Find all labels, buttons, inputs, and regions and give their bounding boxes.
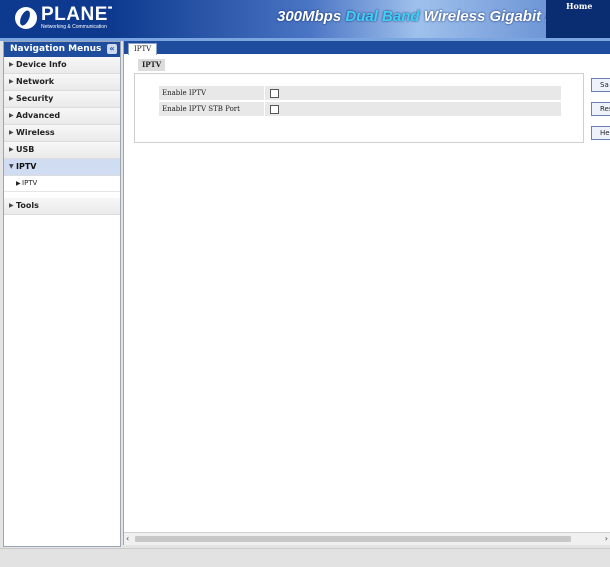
sidebar-subitem-label: IPTV (22, 179, 38, 187)
enable-iptv-stb-port-checkbox[interactable] (270, 105, 279, 114)
nav-title: Navigation Menus (10, 44, 102, 54)
sidebar-subitem-iptv[interactable]: ▶ IPTV (4, 176, 120, 192)
sidebar-item-label: Security (16, 94, 54, 103)
product-banner: 300Mbps Dual Band Wireless Gigabit Route (112, 0, 588, 38)
sidebar-item-label: Advanced (16, 111, 61, 120)
enable-iptv-stb-port-row: Enable IPTV STB Port (159, 102, 561, 116)
sidebar-item-label: Network (16, 77, 55, 86)
save-button[interactable]: Sa (591, 78, 610, 92)
scrollbar-thumb[interactable] (135, 536, 571, 542)
caret-right-icon: ▶ (16, 180, 21, 187)
main-content: IPTV IPTV Enable IPTV Enable IPTV STB Po… (123, 41, 610, 545)
logo-text: PLANET (41, 4, 120, 25)
sidebar-item-network[interactable]: ▶ Network (4, 74, 120, 91)
caret-right-icon: ▶ (9, 112, 14, 119)
sidebar-item-device-info[interactable]: ▶ Device Info (4, 57, 120, 74)
home-link[interactable]: Home (566, 1, 592, 11)
sidebar-item-advanced[interactable]: ▶ Advanced (4, 108, 120, 125)
collapse-menu-icon[interactable]: « (107, 44, 117, 54)
iptv-settings-panel: Enable IPTV Enable IPTV STB Port (134, 73, 584, 143)
caret-right-icon: ▶ (9, 202, 14, 209)
enable-iptv-checkbox[interactable] (270, 89, 279, 98)
caret-right-icon: ▶ (9, 146, 14, 153)
sidebar-item-label: Wireless (16, 128, 55, 137)
sidebar-item-label: Device Info (16, 60, 67, 69)
sidebar-item-iptv[interactable]: ▼ IPTV (4, 159, 120, 176)
reset-button[interactable]: Res (591, 102, 610, 116)
sidebar-item-tools[interactable]: ▶ Tools (4, 198, 120, 215)
banner-prefix: 300Mbps (277, 8, 346, 25)
caret-right-icon: ▶ (9, 78, 14, 85)
footer-bar (0, 548, 610, 567)
scroll-left-icon[interactable]: ‹ (126, 533, 129, 545)
enable-iptv-row: Enable IPTV (159, 86, 561, 100)
tab-bar: IPTV (124, 41, 610, 55)
tab-iptv[interactable]: IPTV (128, 43, 158, 55)
sidebar-item-usb[interactable]: ▶ USB (4, 142, 120, 159)
caret-right-icon: ▶ (9, 129, 14, 136)
sidebar-item-security[interactable]: ▶ Security (4, 91, 120, 108)
caret-right-icon: ▶ (9, 95, 14, 102)
banner-text: 300Mbps Dual Band Wireless Gigabit Route (277, 8, 588, 25)
enable-iptv-stb-port-label: Enable IPTV STB Port (159, 102, 264, 116)
planet-logo[interactable]: PLANET Networking & Communication (0, 0, 120, 38)
logo-subtext: Networking & Communication (41, 24, 107, 30)
caret-right-icon: ▶ (9, 61, 14, 68)
horizontal-scrollbar[interactable]: ‹ › (124, 532, 610, 545)
scroll-right-icon[interactable]: › (605, 533, 608, 545)
sidebar: Navigation Menus « ▶ Device Info ▶ Network… (3, 41, 121, 547)
caret-down-icon: ▼ (9, 163, 14, 170)
enable-iptv-stb-port-value-cell (265, 102, 561, 116)
banner-highlight: Dual Band (345, 8, 420, 25)
planet-logo-icon (15, 7, 37, 29)
sidebar-item-label: IPTV (16, 162, 37, 171)
sidebar-item-label: USB (16, 145, 35, 154)
sidebar-item-wireless[interactable]: ▶ Wireless (4, 125, 120, 142)
header: PLANET Networking & Communication 300Mbp… (0, 0, 610, 38)
nav-header: Navigation Menus « (4, 42, 120, 57)
enable-iptv-label: Enable IPTV (159, 86, 264, 100)
section-title: IPTV (138, 59, 166, 71)
home-area: Home (546, 0, 610, 38)
help-button[interactable]: He (591, 126, 610, 140)
sidebar-item-label: Tools (16, 201, 39, 210)
enable-iptv-value-cell (265, 86, 561, 100)
